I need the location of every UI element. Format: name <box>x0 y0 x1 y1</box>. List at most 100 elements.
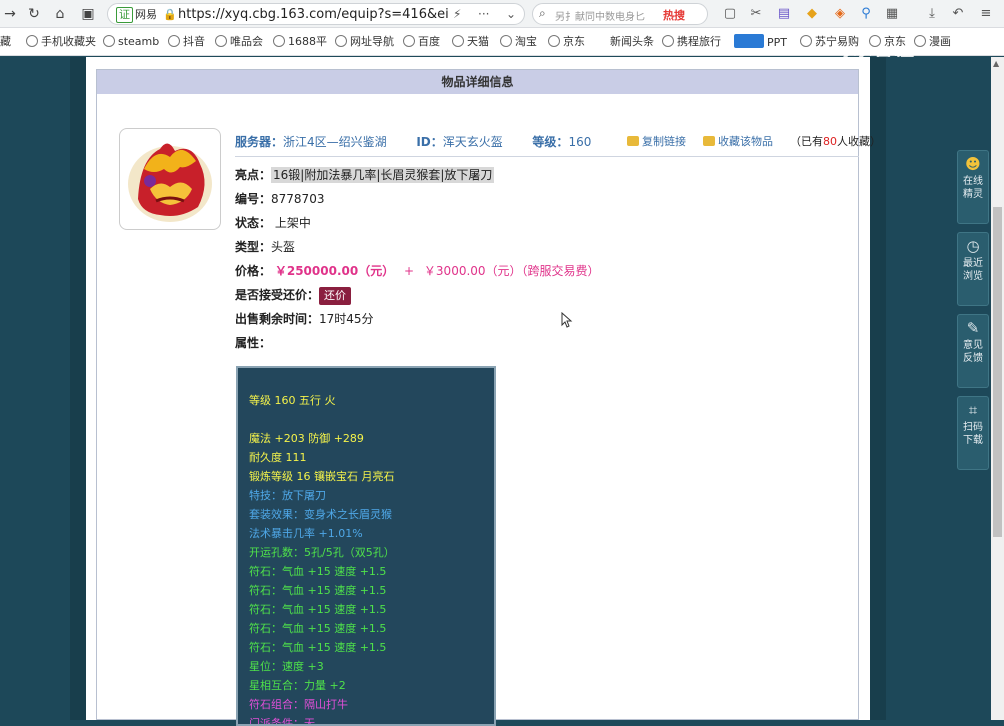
time-value: 17时45分 <box>319 312 374 326</box>
attr-row: 属性： <box>235 334 271 352</box>
bookmark-item[interactable]: 新闻头条 <box>610 34 654 50</box>
price-value: ￥250000.00（元） <box>274 264 395 278</box>
highlight-value: 16锻|附加法暴几率|长眉灵猴套|放下屠刀 <box>271 167 495 183</box>
attr-label: 属性： <box>235 336 272 350</box>
cert-icon: 证 <box>116 7 133 23</box>
url-text[interactable]: https://xyq.cbg.163.com/equip?s=416&eid=… <box>178 6 448 23</box>
attribute-line: 符石组合：隔山打牛 <box>249 698 348 711</box>
screenshot-icon[interactable]: ▢ <box>720 4 740 24</box>
price-label: 价格： <box>235 264 272 278</box>
attribute-line: 法术暴击几率 +1.01% <box>249 527 363 540</box>
shield-icon[interactable]: ◆ <box>802 4 822 24</box>
attribute-line: 星位：速度 +3 <box>249 660 324 673</box>
type-value: 头盔 <box>271 240 296 254</box>
attribute-line: 符石：气血 +15 速度 +1.5 <box>249 584 387 597</box>
recent-browse-button[interactable]: ◷ 最近 浏览 <box>957 232 989 306</box>
bookmark-item[interactable]: PPT <box>734 34 787 51</box>
bookmark-item[interactable]: 1688平 <box>273 34 327 50</box>
bookmark-item[interactable]: 携程旅行 <box>662 34 721 50</box>
bookmark-item[interactable]: 唯品会 <box>215 34 263 50</box>
browser-toolbar: → ↻ ⌂ ▣ 证 网易 🔒 https://xyq.cbg.163.com/e… <box>0 0 1004 28</box>
tool-label: 意见 反馈 <box>963 340 983 364</box>
number-value: 8778703 <box>271 192 325 206</box>
link-icon <box>627 136 639 146</box>
hot-search-badge[interactable]: 热搜 <box>663 7 685 23</box>
app-icon[interactable]: ▤ <box>774 4 794 24</box>
search-box[interactable]: ⌕ 另扌献同中数电身匕 热搜 <box>532 3 708 25</box>
attribute-line: 符石：气血 +15 速度 +1.5 <box>249 603 387 616</box>
attribute-line: 符石：气血 +15 速度 +1.5 <box>249 641 387 654</box>
attribute-line: 符石：气血 +15 速度 +1.5 <box>249 565 387 578</box>
game-icon[interactable]: ◈ <box>830 4 850 24</box>
collected-suffix: 人收藏） <box>837 135 881 148</box>
bookmark-item[interactable]: 京东 <box>548 34 585 50</box>
level-value: 160 <box>568 135 592 149</box>
lightning-icon[interactable]: ⚡ <box>453 6 461 23</box>
divider <box>235 156 859 157</box>
number-row: 编号：8778703 <box>235 190 324 208</box>
bookmark-item[interactable]: steamb <box>103 34 159 50</box>
copy-link-button[interactable]: 复制链接 <box>642 135 686 148</box>
fee-value: ￥3000.00（元）（跨服交易费） <box>423 264 600 278</box>
bookmark-item[interactable]: 藏 <box>0 34 11 50</box>
counter-offer-button[interactable]: 还价 <box>319 287 352 305</box>
type-row: 类型：头盔 <box>235 238 295 256</box>
id-label: ID： <box>416 135 443 149</box>
forward-icon[interactable]: → <box>0 4 20 24</box>
highlight-label: 亮点： <box>235 168 272 182</box>
bookmark-item[interactable]: 漫画 <box>914 34 951 50</box>
bookmark-item[interactable]: 百度 <box>403 34 440 50</box>
helmet-image <box>128 143 212 222</box>
bookmark-item[interactable]: 天猫 <box>452 34 489 50</box>
magnifier-icon[interactable]: ⚲ <box>856 4 876 24</box>
attribute-line: 耐久度 111 <box>249 451 307 464</box>
collected-prefix: （已有 <box>790 135 823 148</box>
counter-label: 是否接受还价： <box>235 288 320 302</box>
price-plus: + <box>404 264 415 278</box>
page-border-right <box>870 57 886 720</box>
attribute-line: 锻炼等级 16 镶嵌宝石 月亮石 <box>249 470 395 483</box>
attribute-line: 套装效果：变身术之长眉灵猴 <box>249 508 392 521</box>
type-label: 类型： <box>235 240 272 254</box>
page-border-left <box>70 57 86 720</box>
number-label: 编号： <box>235 192 272 206</box>
collect-button[interactable]: 收藏该物品 <box>718 135 773 148</box>
server-value: 浙江4区—绍兴鉴湖 <box>283 135 387 149</box>
id-value: 浑天玄火盔 <box>442 135 503 149</box>
mouse-cursor-icon <box>561 312 573 328</box>
bookmark-item[interactable]: 淘宝 <box>500 34 537 50</box>
status-row: 状态： 上架中 <box>235 214 311 232</box>
refresh-icon[interactable]: ↻ <box>24 4 44 24</box>
briefcase-icon[interactable]: ▣ <box>78 4 98 24</box>
attribute-line: 魔法 +203 防御 +289 <box>249 432 364 445</box>
collected-count: 80 <box>823 135 837 148</box>
folder-icon <box>703 136 715 146</box>
lock-icon: 🔒 <box>163 8 177 21</box>
address-bar[interactable]: 证 网易 🔒 https://xyq.cbg.163.com/equip?s=4… <box>107 3 525 25</box>
scan-icon: ⌗ <box>968 401 978 419</box>
scrollbar-thumb[interactable] <box>993 207 1002 537</box>
download-icon[interactable]: ⤓ <box>922 4 942 24</box>
scan-download-button[interactable]: ⌗ 扫码 下载 <box>957 396 989 470</box>
undo-icon[interactable]: ↶ <box>948 4 968 24</box>
tool-label: 扫码 下载 <box>963 422 983 446</box>
bookmark-item[interactable]: 手机收藏夹 <box>26 34 96 50</box>
grid-icon[interactable]: ▦ <box>882 4 902 24</box>
attributes-box: 等级 160 五行 火魔法 +203 防御 +289 耐久度 111 锻炼等级 16… <box>236 366 496 726</box>
bookmark-item[interactable]: 抖音 <box>168 34 205 50</box>
scrollbar[interactable]: ▲ <box>991 57 1004 720</box>
home-icon[interactable]: ⌂ <box>50 4 70 24</box>
bookmark-item[interactable]: 网址导航 <box>335 34 394 50</box>
attribute-line: 开运孔数：5孔/5孔（双5孔） <box>249 546 395 559</box>
item-thumbnail[interactable] <box>119 128 221 230</box>
scroll-up-icon[interactable]: ▲ <box>993 59 999 68</box>
scissors-icon[interactable]: ✂ <box>746 4 766 24</box>
item-meta-line: 服务器：浙江4区—绍兴鉴湖 ID：浑天玄火盔 等级：160 <box>235 133 591 150</box>
price-row: 价格： ￥250000.00（元） + ￥3000.00（元）（跨服交易费） <box>235 262 600 280</box>
menu-icon[interactable]: ≡ <box>976 4 996 24</box>
chevron-down-icon[interactable]: ⌄ <box>506 6 516 23</box>
sprite-icon: ☻ <box>965 155 981 173</box>
online-sprite-button[interactable]: ☻ 在线 精灵 <box>957 150 989 224</box>
feedback-button[interactable]: ✎ 意见 反馈 <box>957 314 989 388</box>
more-icon[interactable]: ··· <box>478 6 489 23</box>
